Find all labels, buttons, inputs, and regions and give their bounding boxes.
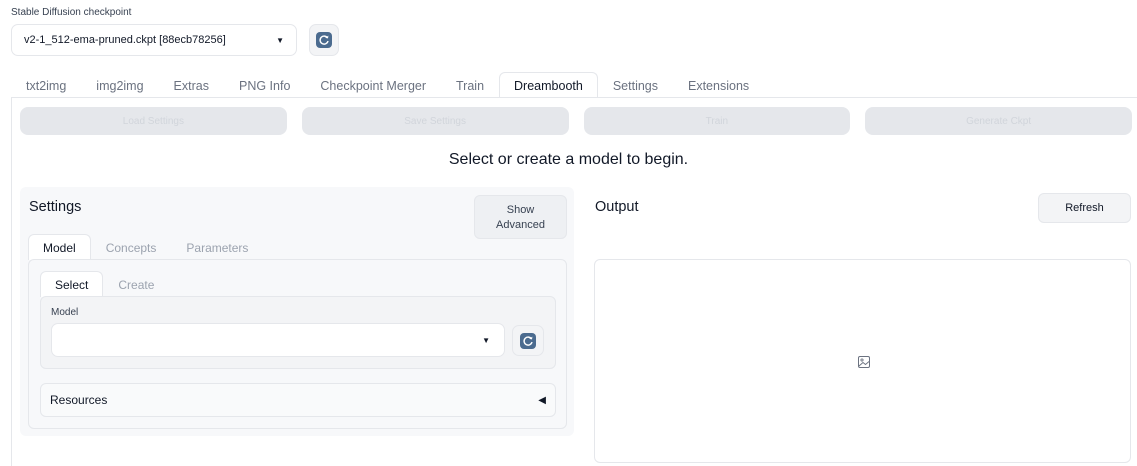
tab-img2img[interactable]: img2img <box>81 72 158 98</box>
model-dropdown[interactable]: ▼ <box>51 323 505 357</box>
status-message: Select or create a model to begin. <box>448 151 689 168</box>
image-icon <box>858 356 870 368</box>
save-settings-button[interactable]: Save Settings <box>301 107 569 135</box>
model-refresh-button[interactable] <box>512 325 544 356</box>
tab-dreambooth[interactable]: Dreambooth <box>499 72 598 98</box>
resources-label: Resources <box>50 393 108 407</box>
main-tabs: txt2img img2img Extras PNG Info Checkpoi… <box>11 72 764 98</box>
show-advanced-label-line1: Show <box>506 204 535 216</box>
tab-extensions[interactable]: Extensions <box>673 72 764 98</box>
subtab-model[interactable]: Model <box>28 234 91 260</box>
model-subtabs: Select Create <box>40 271 169 297</box>
tab-divider <box>11 97 1137 98</box>
subtab-concepts[interactable]: Concepts <box>91 234 172 260</box>
tab-extras[interactable]: Extras <box>159 72 224 98</box>
tab-txt2img[interactable]: txt2img <box>11 72 81 98</box>
chevron-down-icon: ▼ <box>276 35 284 45</box>
output-gallery <box>594 259 1131 463</box>
chevron-down-icon: ▼ <box>482 336 490 345</box>
subtab-create[interactable]: Create <box>103 271 169 297</box>
collapse-triangle-icon: ◀ <box>538 394 546 406</box>
train-button[interactable]: Train <box>583 107 851 135</box>
checkpoint-label: Stable Diffusion checkpoint <box>11 7 132 18</box>
subtab-select[interactable]: Select <box>40 271 104 297</box>
load-settings-button[interactable]: Load Settings <box>20 107 287 135</box>
checkpoint-refresh-button[interactable] <box>309 24 339 56</box>
dreambooth-action-bar: Load Settings Save Settings Train Genera… <box>20 107 1132 135</box>
resources-accordion[interactable]: Resources ◀ <box>40 383 556 417</box>
tab-settings[interactable]: Settings <box>598 72 673 98</box>
generate-ckpt-button[interactable]: Generate Ckpt <box>865 107 1132 135</box>
refresh-icon <box>316 32 332 48</box>
settings-subtabs: Model Concepts Parameters <box>28 234 263 260</box>
show-advanced-label-line2: Advanced <box>496 219 545 231</box>
settings-title: Settings <box>29 199 82 215</box>
output-refresh-button[interactable]: Refresh <box>1038 193 1131 223</box>
refresh-icon <box>520 332 536 349</box>
checkpoint-selected-value: v2-1_512-ema-pruned.ckpt [88ecb78256] <box>24 34 226 46</box>
output-title: Output <box>595 199 639 215</box>
tab-train[interactable]: Train <box>441 72 499 98</box>
checkpoint-dropdown[interactable]: v2-1_512-ema-pruned.ckpt [88ecb78256] ▼ <box>11 24 297 56</box>
tab-checkpoint-merger[interactable]: Checkpoint Merger <box>305 72 441 98</box>
model-label: Model <box>51 307 79 318</box>
tab-png-info[interactable]: PNG Info <box>224 72 305 98</box>
show-advanced-button[interactable]: Show Advanced <box>474 195 567 239</box>
subtab-parameters[interactable]: Parameters <box>171 234 263 260</box>
